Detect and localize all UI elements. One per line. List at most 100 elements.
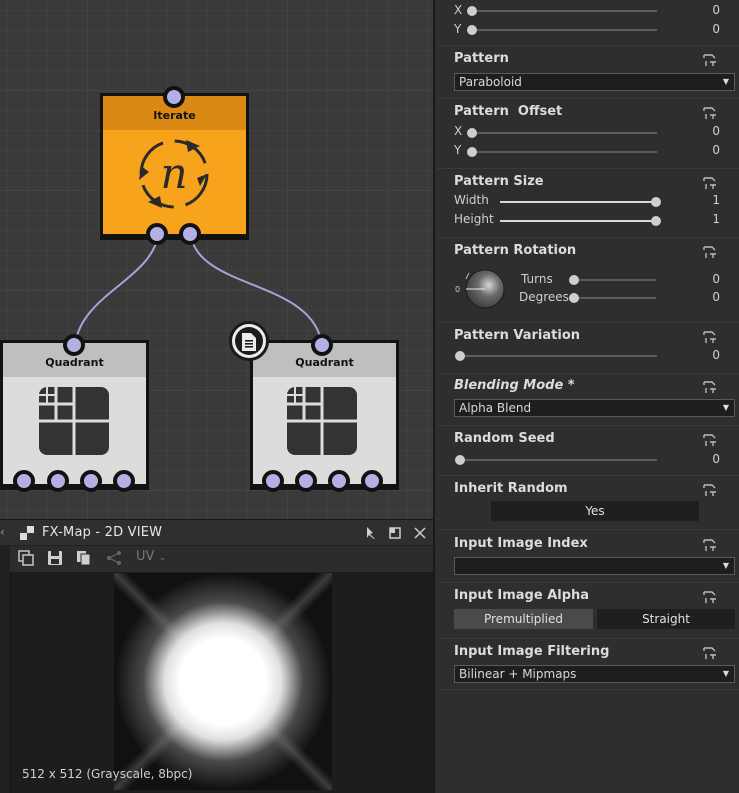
quadrant-2-output-pin-1[interactable]: [262, 470, 284, 492]
prop-title: Random Seed: [454, 431, 555, 446]
prop-title: Pattern Rotation: [454, 243, 577, 258]
iterate-output-pin-2[interactable]: [179, 223, 201, 245]
variation-slider[interactable]: [459, 355, 657, 357]
graph-canvas[interactable]: Iterate n Quadrant Quadrant: [0, 0, 433, 519]
iterate-node[interactable]: Iterate n: [100, 93, 249, 240]
x-label: X: [454, 3, 463, 17]
link-icon[interactable]: [701, 645, 719, 661]
quadrant-2-input-pin[interactable]: [311, 334, 333, 356]
quadrant-1-input-pin[interactable]: [63, 334, 85, 356]
quadrant-2-output-pin-4[interactable]: [361, 470, 383, 492]
prop-pattern: Pattern Paraboloid ▼: [437, 47, 739, 99]
dropdown-value: Alpha Blend: [459, 401, 532, 415]
variation-slider-knob[interactable]: [455, 351, 465, 361]
link-icon[interactable]: [701, 52, 719, 68]
iterate-output-pin-1[interactable]: [146, 223, 168, 245]
chevron-down-icon: ▼: [722, 77, 729, 86]
rotation-dial[interactable]: 0: [453, 267, 513, 317]
turns-slider[interactable]: [572, 279, 656, 281]
prop-pattern-variation: Pattern Variation 0: [437, 324, 739, 374]
prop-title: Blending Mode *: [454, 378, 575, 393]
y-slider[interactable]: [471, 151, 657, 153]
collapse-arrow-icon[interactable]: ‹: [0, 525, 5, 539]
link-icon[interactable]: [701, 244, 719, 260]
prop-offset-top: X 0 Y 0: [437, 0, 739, 46]
link-icon[interactable]: [701, 105, 719, 121]
input-image-index-dropdown[interactable]: ▼: [454, 557, 735, 575]
view-2d-canvas[interactable]: [10, 572, 433, 793]
variation-value[interactable]: 0: [712, 348, 720, 362]
degrees-slider[interactable]: [572, 297, 656, 299]
degrees-slider-knob[interactable]: [569, 293, 579, 303]
y-slider[interactable]: [471, 29, 657, 31]
dropdown-value: Paraboloid: [459, 75, 522, 89]
quadrant-1-output-pin-4[interactable]: [113, 470, 135, 492]
y-value[interactable]: 0: [712, 22, 720, 36]
x-slider[interactable]: [471, 10, 657, 12]
checker-icon: [20, 526, 34, 540]
input-image-filtering-dropdown[interactable]: Bilinear + Mipmaps ▼: [454, 665, 735, 683]
document-icon[interactable]: [229, 321, 269, 361]
iterate-input-pin[interactable]: [163, 86, 185, 108]
prop-inherit-random: Inherit Random Yes: [437, 477, 739, 530]
copy-icon[interactable]: [76, 550, 92, 566]
y-value[interactable]: 0: [712, 143, 720, 157]
random-seed-slider-knob[interactable]: [455, 455, 465, 465]
y-slider-knob[interactable]: [467, 147, 477, 157]
svg-text:n: n: [160, 149, 187, 198]
save-icon[interactable]: [47, 550, 63, 566]
share-icon[interactable]: [106, 550, 122, 566]
width-label: Width: [454, 193, 489, 207]
blending-mode-dropdown[interactable]: Alpha Blend ▼: [454, 399, 735, 417]
y-slider-knob[interactable]: [467, 25, 477, 35]
random-seed-slider[interactable]: [459, 459, 657, 461]
pin-icon[interactable]: [363, 526, 377, 540]
link-icon[interactable]: [701, 329, 719, 345]
turns-value[interactable]: 0: [712, 272, 720, 286]
quadrant-node-1[interactable]: Quadrant: [0, 340, 149, 490]
x-value[interactable]: 0: [712, 124, 720, 138]
height-value[interactable]: 1: [712, 212, 720, 226]
node-body: [3, 377, 146, 484]
straight-button[interactable]: Straight: [597, 609, 735, 629]
x-slider-knob[interactable]: [467, 128, 477, 138]
close-icon[interactable]: [414, 527, 426, 539]
quadrant-2-output-pin-3[interactable]: [328, 470, 350, 492]
height-slider-knob[interactable]: [651, 216, 661, 226]
view-2d-title: FX-Map - 2D VIEW: [42, 525, 163, 540]
node-body: [253, 377, 396, 484]
dial-zero-label: 0: [455, 285, 460, 294]
maximize-icon[interactable]: [389, 527, 401, 539]
prop-pattern-size: Pattern Size Width 1 Height 1: [437, 170, 739, 238]
pattern-dropdown[interactable]: Paraboloid ▼: [454, 73, 735, 91]
prop-title: Pattern: [454, 51, 509, 66]
link-icon[interactable]: [701, 432, 719, 448]
x-slider-knob[interactable]: [467, 6, 477, 16]
quadrant-1-output-pin-3[interactable]: [80, 470, 102, 492]
degrees-value[interactable]: 0: [712, 290, 720, 304]
width-value[interactable]: 1: [712, 193, 720, 207]
random-seed-value[interactable]: 0: [712, 452, 720, 466]
quadrant-1-output-pin-1[interactable]: [13, 470, 35, 492]
copy-view-icon[interactable]: [18, 550, 34, 566]
link-icon[interactable]: [701, 175, 719, 191]
height-slider[interactable]: [500, 220, 656, 222]
link-icon[interactable]: [701, 537, 719, 553]
link-icon[interactable]: [701, 589, 719, 605]
uv-dropdown[interactable]: UV ⌄: [136, 549, 166, 564]
quadrant-node-2[interactable]: Quadrant: [250, 340, 399, 490]
quadrant-1-output-pin-2[interactable]: [47, 470, 69, 492]
quadrant-2-output-pin-2[interactable]: [295, 470, 317, 492]
dropdown-value: Bilinear + Mipmaps: [459, 667, 577, 681]
x-slider[interactable]: [471, 132, 657, 134]
link-icon[interactable]: [701, 482, 719, 498]
x-value[interactable]: 0: [712, 3, 720, 17]
inherit-random-toggle[interactable]: Yes: [491, 501, 699, 521]
width-slider[interactable]: [500, 201, 656, 203]
premultiplied-button[interactable]: Premultiplied: [454, 609, 593, 629]
turns-slider-knob[interactable]: [569, 275, 579, 285]
link-icon[interactable]: [701, 379, 719, 395]
x-label: X: [454, 124, 463, 138]
height-label: Height: [454, 212, 494, 226]
width-slider-knob[interactable]: [651, 197, 661, 207]
